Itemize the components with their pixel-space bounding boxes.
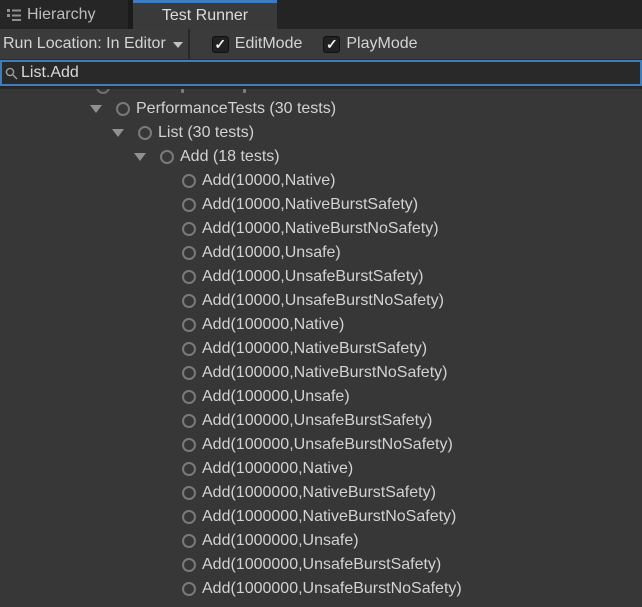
checkmark-icon: ✓ bbox=[326, 37, 338, 51]
test-status-circle-icon bbox=[182, 462, 196, 476]
tab-test-runner[interactable]: Test Runner bbox=[133, 0, 277, 29]
tree-node-label: PerformanceTests (30 tests) bbox=[136, 100, 336, 118]
tree-row[interactable]: Add(1000000,UnsafeBurstSafety) bbox=[0, 553, 642, 577]
test-status-circle-icon bbox=[182, 270, 196, 284]
test-status-circle-icon bbox=[116, 102, 130, 116]
playmode-toggle[interactable]: ✓ PlayMode bbox=[323, 35, 417, 53]
tab-hierarchy-label: Hierarchy bbox=[27, 6, 95, 24]
tree-node-label: List (30 tests) bbox=[158, 124, 254, 142]
tree-row[interactable]: Add(1000000,Native) bbox=[0, 457, 642, 481]
test-status-circle-icon bbox=[182, 414, 196, 428]
search-field[interactable]: List.Add bbox=[0, 60, 642, 86]
test-status-circle-icon bbox=[182, 198, 196, 212]
tree-node-label: Add(1000000,Native) bbox=[202, 460, 353, 478]
tree-row[interactable]: List (30 tests) bbox=[0, 121, 642, 145]
search-icon bbox=[5, 67, 18, 80]
tree-row[interactable]: Add (18 tests) bbox=[0, 145, 642, 169]
test-status-circle-icon bbox=[182, 558, 196, 572]
tab-bar: Hierarchy Test Runner bbox=[0, 0, 642, 29]
tree-node-label: Add(100000,Native) bbox=[202, 316, 344, 334]
tree-row[interactable]: Add(100000,UnsafeBurstSafety) bbox=[0, 409, 642, 433]
playmode-label: PlayMode bbox=[346, 35, 417, 53]
tree-row[interactable]: Add(10000,Unsafe) bbox=[0, 241, 642, 265]
foldout-container[interactable] bbox=[111, 129, 125, 137]
test-status-circle-icon bbox=[182, 366, 196, 380]
checkmark-icon: ✓ bbox=[214, 37, 226, 51]
tree-row[interactable]: Add(100000,Native) bbox=[0, 313, 642, 337]
foldout-container[interactable] bbox=[133, 153, 147, 161]
tree-row[interactable]: Add(10000,UnsafeBurstNoSafety) bbox=[0, 289, 642, 313]
tree-node-label: Add(10000,Native) bbox=[202, 172, 335, 190]
tree-row[interactable]: PerformanceTests (30 tests) bbox=[0, 97, 642, 121]
foldout-container[interactable] bbox=[89, 105, 103, 113]
tree-node-label: Add(100000,NativeBurstNoSafety) bbox=[202, 364, 447, 382]
test-tree[interactable]: PerformanceTests (30 tests) List (30 tes… bbox=[0, 86, 642, 607]
toolbar-divider bbox=[188, 29, 190, 59]
test-status-circle-icon bbox=[182, 246, 196, 260]
tree-row[interactable]: Add(100000,NativeBurstNoSafety) bbox=[0, 361, 642, 385]
test-status-circle-icon bbox=[160, 150, 174, 164]
tree-row[interactable]: Add(1000000,NativeBurstNoSafety) bbox=[0, 505, 642, 529]
test-status-circle-icon bbox=[182, 390, 196, 404]
tree-row[interactable]: Add(1000000,Unsafe) bbox=[0, 529, 642, 553]
tree-rows: PerformanceTests (30 tests) List (30 tes… bbox=[0, 97, 642, 601]
tree-node-label: Add(10000,NativeBurstSafety) bbox=[202, 196, 418, 214]
test-status-circle-icon bbox=[182, 174, 196, 188]
run-location-dropdown[interactable]: Run Location: In Editor bbox=[0, 35, 183, 53]
hierarchy-list-icon bbox=[7, 8, 21, 21]
tree-node-label: Add(10000,Unsafe) bbox=[202, 244, 341, 262]
tree-node-label: Add(1000000,UnsafeBurstNoSafety) bbox=[202, 580, 462, 598]
test-status-circle-icon bbox=[182, 582, 196, 596]
run-location-label: Run Location: In Editor bbox=[3, 35, 166, 53]
tree-node-label: Add(100000,NativeBurstSafety) bbox=[202, 340, 427, 358]
triangle-down-icon[interactable] bbox=[112, 129, 124, 137]
test-status-circle-icon bbox=[182, 486, 196, 500]
tab-test-runner-label: Test Runner bbox=[162, 7, 248, 25]
tree-node-label: Add (18 tests) bbox=[180, 148, 280, 166]
caret-down-icon bbox=[173, 42, 183, 48]
clipped-row-text-fragment bbox=[181, 89, 184, 93]
tree-row[interactable]: Add(10000,UnsafeBurstSafety) bbox=[0, 265, 642, 289]
tree-row[interactable]: Add(100000,Unsafe) bbox=[0, 385, 642, 409]
tree-row[interactable]: Add(1000000,NativeBurstSafety) bbox=[0, 481, 642, 505]
triangle-down-icon[interactable] bbox=[134, 153, 146, 161]
editmode-toggle[interactable]: ✓ EditMode bbox=[212, 35, 303, 53]
tree-node-label: Add(100000,UnsafeBurstSafety) bbox=[202, 412, 432, 430]
clipped-row-status-icon bbox=[96, 86, 110, 94]
tree-row[interactable]: Add(10000,NativeBurstSafety) bbox=[0, 193, 642, 217]
tree-node-label: Add(10000,UnsafeBurstNoSafety) bbox=[202, 292, 444, 310]
clipped-row-text-fragment bbox=[243, 89, 246, 93]
test-status-circle-icon bbox=[182, 222, 196, 236]
test-status-circle-icon bbox=[182, 438, 196, 452]
tree-node-label: Add(1000000,Unsafe) bbox=[202, 532, 359, 550]
tree-node-label: Add(100000,Unsafe) bbox=[202, 388, 350, 406]
search-input-value: List.Add bbox=[21, 64, 79, 82]
editmode-checkbox[interactable]: ✓ bbox=[212, 36, 229, 53]
editmode-label: EditMode bbox=[235, 35, 303, 53]
test-status-circle-icon bbox=[138, 126, 152, 140]
tree-node-label: Add(10000,NativeBurstNoSafety) bbox=[202, 220, 439, 238]
test-status-circle-icon bbox=[182, 294, 196, 308]
test-runner-toolbar: Run Location: In Editor ✓ EditMode ✓ Pla… bbox=[0, 29, 642, 59]
playmode-checkbox[interactable]: ✓ bbox=[323, 36, 340, 53]
tree-node-label: Add(10000,UnsafeBurstSafety) bbox=[202, 268, 423, 286]
test-status-circle-icon bbox=[182, 318, 196, 332]
tree-node-label: Add(1000000,NativeBurstSafety) bbox=[202, 484, 436, 502]
tree-node-label: Add(1000000,UnsafeBurstSafety) bbox=[202, 556, 441, 574]
tree-node-label: Add(100000,UnsafeBurstNoSafety) bbox=[202, 436, 453, 454]
test-status-circle-icon bbox=[182, 342, 196, 356]
tab-hierarchy[interactable]: Hierarchy bbox=[0, 0, 128, 29]
tree-node-label: Add(1000000,NativeBurstNoSafety) bbox=[202, 508, 456, 526]
triangle-down-icon[interactable] bbox=[90, 105, 102, 113]
test-status-circle-icon bbox=[182, 510, 196, 524]
tree-row[interactable]: Add(100000,NativeBurstSafety) bbox=[0, 337, 642, 361]
tree-row[interactable]: Add(1000000,UnsafeBurstNoSafety) bbox=[0, 577, 642, 601]
tree-row[interactable]: Add(10000,NativeBurstNoSafety) bbox=[0, 217, 642, 241]
test-status-circle-icon bbox=[182, 534, 196, 548]
tree-row[interactable]: Add(10000,Native) bbox=[0, 169, 642, 193]
tree-row[interactable]: Add(100000,UnsafeBurstNoSafety) bbox=[0, 433, 642, 457]
